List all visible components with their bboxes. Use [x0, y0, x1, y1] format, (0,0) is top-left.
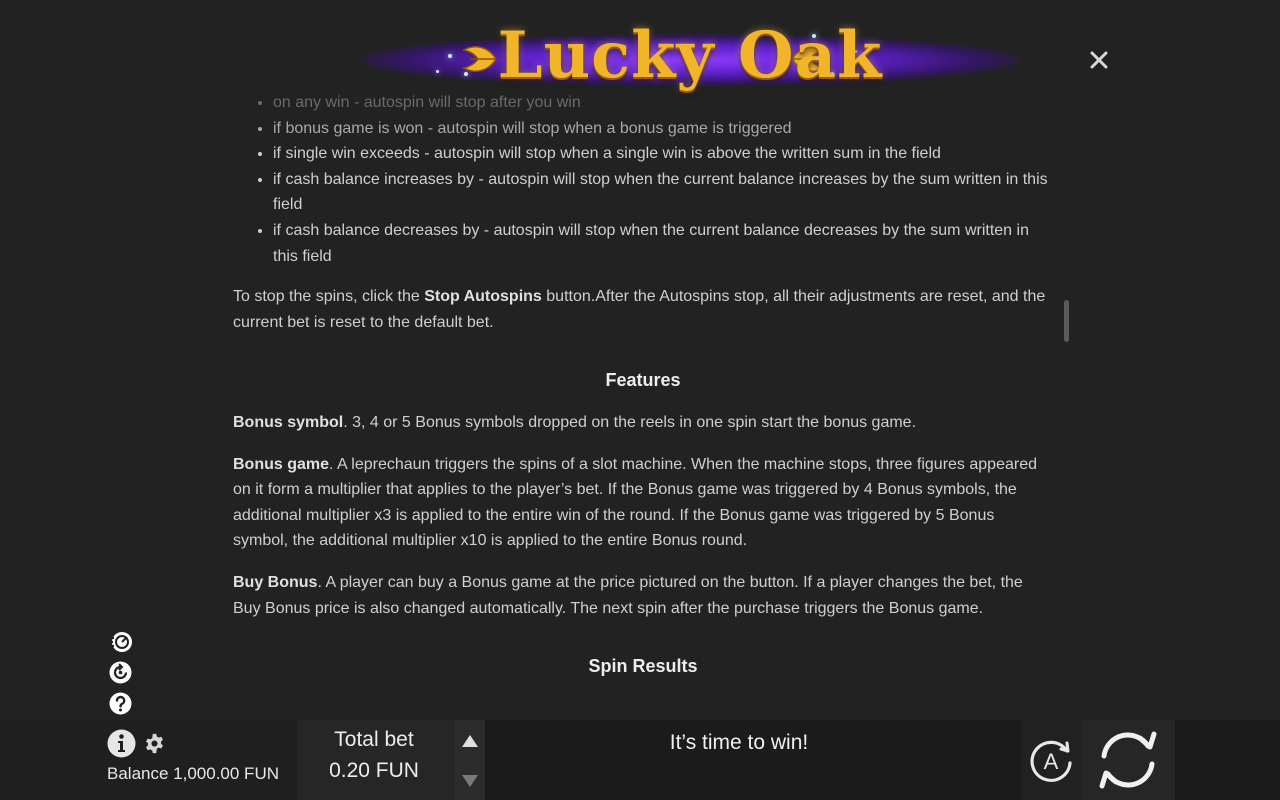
rules-content[interactable]: on any win - autospin will stop after yo… — [233, 90, 1053, 720]
autoplay-letter: A — [1044, 749, 1059, 774]
logo-title: Lucky Oak — [497, 18, 883, 93]
balance-panel — [0, 720, 297, 800]
help-icon[interactable] — [108, 691, 133, 716]
feature-bonus-symbol: Bonus symbol. 3, 4 or 5 Bonus symbols dr… — [233, 410, 1053, 436]
stop-autospins-paragraph: To stop the spins, click the Stop Autosp… — [233, 284, 1053, 335]
autospin-stop-options: on any win - autospin will stop after yo… — [233, 90, 1053, 269]
close-icon — [1090, 51, 1108, 69]
total-bet-value: 0.20 FUN — [329, 759, 419, 782]
features-heading: Features — [605, 370, 681, 391]
game-logo: Lucky Oak — [360, 12, 1020, 102]
spin-icon[interactable] — [1094, 728, 1162, 792]
history-icon[interactable] — [108, 660, 133, 685]
list-item: if cash balance decreases by - autospin … — [273, 218, 1053, 269]
feature-text: . 3, 4 or 5 Bonus symbols dropped on the… — [343, 413, 917, 431]
total-bet-label: Total bet — [334, 728, 414, 751]
feature-bonus-game: Bonus game. A leprechaun triggers the sp… — [233, 452, 1053, 554]
feature-text: . A player can buy a Bonus game at the p… — [233, 573, 1023, 617]
feature-text: . A leprechaun triggers the spins of a s… — [233, 455, 1037, 550]
bet-down-arrow-icon[interactable] — [462, 775, 478, 787]
bet-arrows-panel — [455, 720, 485, 800]
bet-up-arrow-icon[interactable] — [462, 735, 478, 747]
scrollbar-thumb[interactable] — [1064, 300, 1069, 342]
info-icon[interactable] — [107, 729, 136, 758]
stop-autospins-label: Stop Autospins — [424, 288, 542, 306]
balance-text: Balance 1,000.00 FUN — [107, 764, 279, 783]
gear-icon[interactable] — [144, 733, 165, 754]
autoplay-icon[interactable]: A — [1027, 737, 1075, 785]
list-item: if single win exceeds - autospin will st… — [273, 141, 1053, 167]
paragraph-text: To stop the spins, click the — [233, 288, 425, 306]
list-item: if bonus game is won - autospin will sto… — [273, 116, 1053, 142]
list-item: on any win - autospin will stop after yo… — [273, 90, 1053, 116]
list-item: if cash balance increases by - autospin … — [273, 167, 1053, 218]
feature-buy-bonus: Buy Bonus. A player can buy a Bonus game… — [233, 570, 1053, 621]
feature-title: Bonus game — [233, 455, 330, 473]
feature-title: Buy Bonus — [233, 573, 318, 591]
spin-results-heading: Spin Results — [588, 656, 698, 677]
win-message: It’s time to win! — [669, 731, 809, 754]
turbo-icon[interactable] — [108, 629, 133, 654]
feature-title: Bonus symbol — [233, 413, 344, 431]
close-button[interactable] — [1086, 47, 1112, 73]
